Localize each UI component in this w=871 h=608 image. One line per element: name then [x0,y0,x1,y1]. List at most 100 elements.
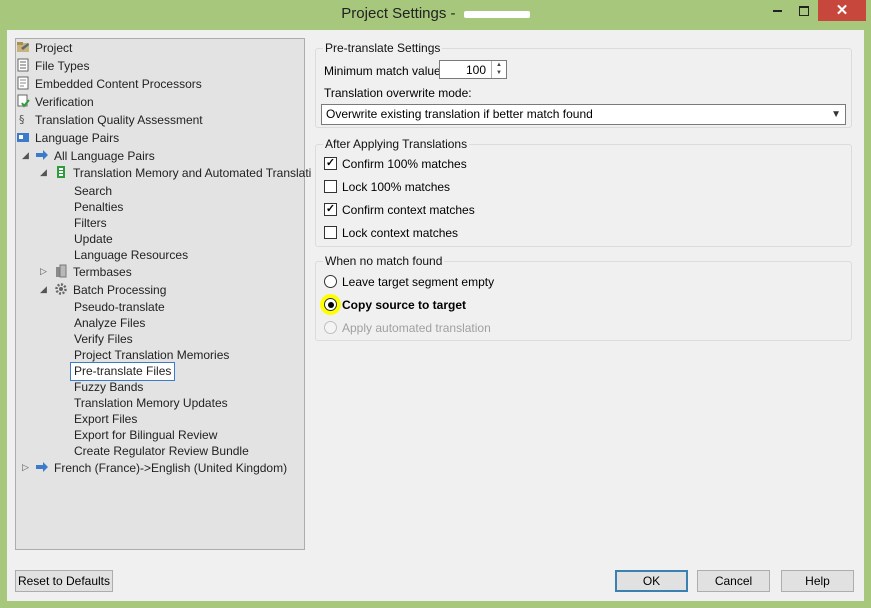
settings-tree[interactable]: Project File Types Embedded Content Proc… [15,38,311,550]
lock-context-checkbox[interactable] [324,226,337,239]
window-title: Project Settings - [0,5,871,22]
tree-item-label: Language Pairs [35,131,120,145]
chevron-down-icon: ▼ [831,109,841,120]
tree-item-label: Translation Memory Updates [74,396,228,410]
confirm-context-checkbox[interactable]: ✓ [324,203,337,216]
confirm-context-label[interactable]: Confirm context matches [342,203,475,217]
svg-text:§: § [19,113,25,126]
radio-dot [327,301,334,308]
minimize-icon [772,9,782,12]
tree-item-label: Translation Quality Assessment [35,113,203,127]
tree-item-penalties[interactable]: Penalties [74,199,123,216]
tree-item-label: Project [35,41,73,55]
tree-item-update[interactable]: Update [74,231,113,248]
tree-item-label: File Types [35,59,90,73]
verification-icon [17,94,30,108]
ok-button[interactable]: OK [615,570,688,592]
expand-arrow-icon[interactable]: ▷ [22,462,29,473]
expand-arrow-icon[interactable]: ▷ [40,266,47,277]
collapse-arrow-icon[interactable]: ◢ [40,167,47,178]
arrow-right-icon [36,150,48,160]
tree-item-fuzzy-bands[interactable]: Fuzzy Bands [74,379,143,396]
apply-automated-radio [324,321,337,334]
tree-item-label: Update [74,232,113,246]
tree-item-label: Search [74,184,113,198]
tree-item-embedded-content-processors[interactable]: Embedded Content Processors [16,76,202,93]
tree-item-label: Export for Bilingual Review [74,428,218,442]
stepper-up-icon[interactable]: ▲ [492,61,506,69]
apply-automated-label: Apply automated translation [342,321,491,335]
min-match-value[interactable]: 100 [466,63,486,77]
confirm-100-checkbox[interactable]: ✓ [324,157,337,170]
close-button[interactable]: ✕ [818,0,866,21]
tree-item-pseudo-translate[interactable]: Pseudo-translate [74,299,165,316]
tree-item-label: Verification [35,95,94,109]
leave-empty-radio[interactable] [324,275,337,288]
overwrite-mode-select[interactable]: Overwrite existing translation if better… [321,104,846,125]
tree-item-create-regulator-review-bundle[interactable]: Create Regulator Review Bundle [74,443,249,460]
min-match-stepper[interactable]: 100 ▲ ▼ [439,60,507,79]
leave-empty-label[interactable]: Leave target segment empty [342,275,494,289]
tree-item-termbases[interactable]: Termbases [54,264,132,281]
tree-item-label: All Language Pairs [54,149,155,163]
gear-icon [55,283,67,295]
tree-item-french-english[interactable]: French (France)->English (United Kingdom… [35,460,287,477]
tree-item-export-files[interactable]: Export Files [74,411,137,428]
project-settings-window: Project Settings - ✕ Project File Types … [0,0,871,608]
tree-item-filters[interactable]: Filters [74,215,107,232]
lock-100-checkbox[interactable] [324,180,337,193]
project-icon [17,42,29,52]
tree-item-label: Analyze Files [74,316,146,330]
tree-item-translation-quality-assessment[interactable]: § Translation Quality Assessment [16,112,203,129]
copy-source-radio[interactable] [324,298,337,311]
tree-item-verify-files[interactable]: Verify Files [74,331,133,348]
tree-item-label: Embedded Content Processors [35,77,202,91]
tree-item-label: Fuzzy Bands [74,380,144,394]
tree-item-export-bilingual-review[interactable]: Export for Bilingual Review [74,427,217,444]
reset-to-defaults-button[interactable]: Reset to Defaults [15,570,113,592]
minimize-button[interactable] [764,0,790,21]
arrow-right-icon [36,462,48,472]
tree-item-label: Create Regulator Review Bundle [74,444,249,458]
tree-item-search[interactable]: Search [74,183,112,200]
stepper-down-icon[interactable]: ▼ [492,69,506,77]
maximize-button[interactable] [791,0,817,21]
tree-item-translation-memory[interactable]: Translation Memory and Automated Transla… [54,165,311,182]
lock-100-label[interactable]: Lock 100% matches [342,180,450,194]
tree-item-label: Penalties [74,200,124,214]
tree-item-label: Filters [74,216,107,230]
tree-item-pre-translate-files[interactable]: Pre-translate Files [69,362,176,381]
collapse-arrow-icon[interactable]: ◢ [40,284,47,295]
tree-item-label: Termbases [73,265,132,279]
file-types-icon [17,58,29,72]
tree-item-translation-memory-updates[interactable]: Translation Memory Updates [74,395,228,412]
close-icon: ✕ [835,2,849,19]
title-bar[interactable]: Project Settings - ✕ [0,0,871,30]
tree-item-all-language-pairs[interactable]: All Language Pairs [35,148,155,165]
tree-item-label: Project Translation Memories [74,348,230,362]
maximize-icon [799,5,809,16]
tree-item-language-pairs[interactable]: Language Pairs [16,130,119,147]
tree-item-project[interactable]: Project [16,40,72,57]
min-match-label: Minimum match value: [324,64,445,78]
tree-item-label: Translation Memory and Automated Transla… [73,166,312,180]
overwrite-mode-label: Translation overwrite mode: [324,86,472,100]
document-icon [17,76,29,90]
tree-item-language-resources[interactable]: Language Resources [74,247,188,264]
obscured-project-name [463,10,530,18]
tree-item-verification[interactable]: Verification [16,94,94,111]
stepper-arrows[interactable]: ▲ ▼ [491,61,506,78]
tree-item-project-translation-memories[interactable]: Project Translation Memories [74,347,229,364]
copy-source-label[interactable]: Copy source to target [342,298,466,312]
tree-item-file-types[interactable]: File Types [16,58,89,75]
tree-item-label: Export Files [74,412,138,426]
tree-item-batch-processing[interactable]: Batch Processing [54,282,166,299]
cancel-button[interactable]: Cancel [697,570,770,592]
help-button[interactable]: Help [781,570,854,592]
overwrite-mode-value: Overwrite existing translation if better… [326,107,593,121]
confirm-100-label[interactable]: Confirm 100% matches [342,157,467,171]
lock-context-label[interactable]: Lock context matches [342,226,458,240]
tree-item-label: Verify Files [74,332,133,346]
collapse-arrow-icon[interactable]: ◢ [22,150,29,161]
tree-item-analyze-files[interactable]: Analyze Files [74,315,145,332]
